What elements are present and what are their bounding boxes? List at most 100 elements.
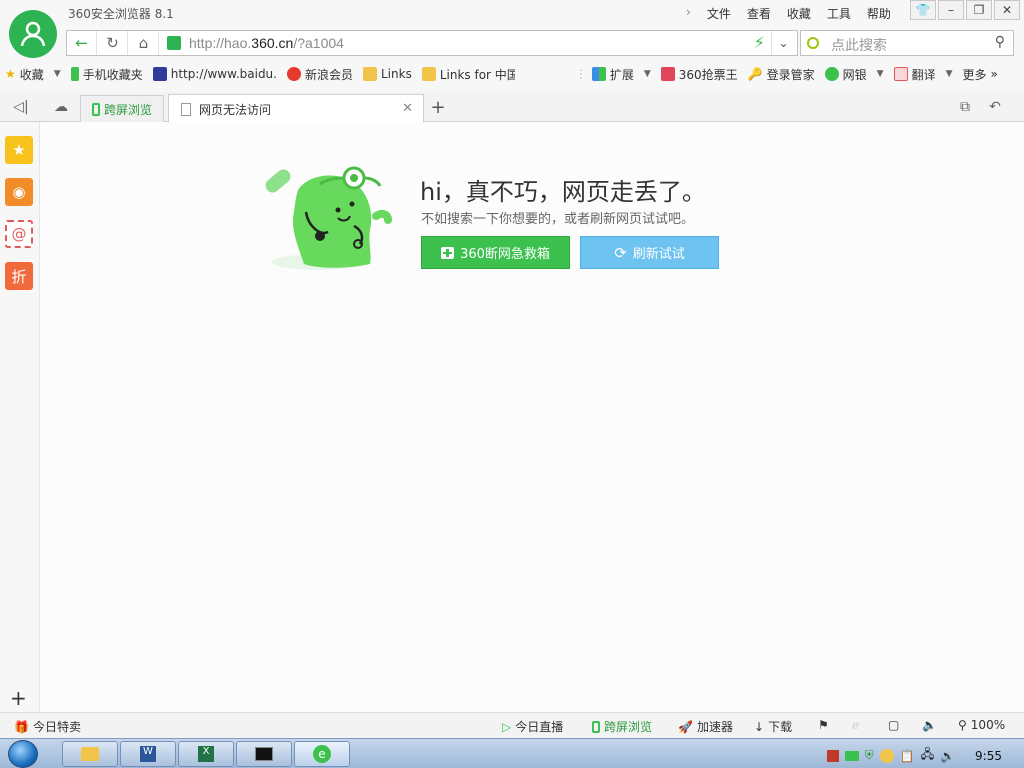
tray-app-icon[interactable] [826,749,839,762]
download-icon: ↓ [754,719,765,734]
excel-icon: X [198,746,214,762]
speed-mode-icon[interactable]: ⚡ [754,33,765,52]
folder-icon [81,747,99,761]
ie-mode-icon[interactable]: ℯ [852,718,859,732]
search-input[interactable]: 点此搜索 [831,35,887,55]
search-engine-icon[interactable] [807,37,819,49]
collapse-sidebar-icon[interactable]: ◁| [8,96,34,118]
minimize-button[interactable]: – [938,0,964,20]
start-button[interactable] [8,740,38,768]
fav-bank[interactable]: 网银 ▼ [820,66,889,83]
tray-network-icon[interactable]: 🖧 [921,745,934,766]
download-button[interactable]: ↓ 下载 [754,718,792,735]
fav-ticket[interactable]: 360抢票王 [656,66,743,83]
refresh-button[interactable]: ⟳ 刷新试试 [580,236,719,269]
windows-taskbar: W X e ⛨ 📋 🖧 🔊 9:55 [0,738,1024,768]
today-deals-link[interactable]: 🎁 今日特卖 [14,718,81,735]
fav-sina[interactable]: 新浪会员 [282,66,358,83]
chevron-down-icon: ▼ [53,69,61,79]
menu-view[interactable]: 查看 [739,3,779,24]
tab-error-page[interactable]: 网页无法访问 ✕ [168,94,424,123]
zoom-control[interactable]: ⚲ 100% [958,718,1005,732]
menu-favorites[interactable]: 收藏 [779,3,819,24]
taskbar-word[interactable]: W [120,741,176,767]
search-box: 点此搜索 ⚲ [800,30,1014,56]
window-controls: 👕 – ❐ ✕ [910,0,1020,20]
screenshot-icon[interactable]: ▢ [888,718,899,732]
ticket-icon [660,67,675,81]
taskbar-360-browser[interactable]: e [294,741,350,767]
tab-bar: ◁| ☁ 跨屏浏览 网页无法访问 ✕ + ⧉ ↶ [0,92,1024,123]
url-input[interactable]: http://hao.360.cn/?a1004 [189,35,344,51]
tab-close-icon[interactable]: ✕ [402,101,413,116]
clock[interactable]: 9:55 [975,749,1002,763]
tray-clipboard-icon[interactable]: 📋 [900,749,915,763]
folder-icon [421,67,436,81]
fav-translate[interactable]: 翻译 ▼ [889,66,958,83]
favorites-separator: ⋮ [574,67,587,81]
refresh-icon: ⟳ [614,243,627,262]
add-sidebar-item-button[interactable]: + [10,686,27,710]
network-rescue-button[interactable]: 360断网急救箱 [421,236,570,269]
left-sidebar: ★ ◉ @ 折 + [0,122,40,712]
tray-shield-icon[interactable]: ⛨ [865,748,874,763]
menu-expand-icon[interactable]: › [678,3,699,24]
security-shield-icon[interactable] [167,36,181,50]
skin-icon[interactable]: 👕 [910,0,936,20]
search-icon[interactable]: ⚲ [995,34,1005,50]
discount-icon[interactable]: 折 [5,262,33,290]
weibo-icon [286,67,301,81]
volume-icon[interactable]: 🔈 [922,718,937,732]
browser-top-bar: 360安全浏览器 8.1 › 文件 查看 收藏 工具 帮助 👕 – ❐ ✕ ← … [0,0,1024,92]
cloud-icon[interactable]: ☁ [48,96,74,118]
fav-baidu[interactable]: http://www.baidu. [148,67,282,81]
menu-bar: › 文件 查看 收藏 工具 帮助 [678,3,899,24]
fav-extensions[interactable]: 扩展 ▼ [587,66,656,83]
user-avatar-icon[interactable] [9,10,57,58]
back-button[interactable]: ← [67,31,97,55]
close-button[interactable]: ✕ [994,0,1020,20]
tab-list-icon[interactable]: ⧉ [952,96,978,118]
tray-battery-icon[interactable] [844,750,859,761]
tab-sync[interactable]: 跨屏浏览 [80,95,164,122]
gift-icon: 🎁 [14,719,29,734]
favorites-star-icon[interactable]: ★ [5,136,33,164]
status-sync-link[interactable]: 跨屏浏览 [592,718,652,735]
system-tray: ⛨ 📋 🖧 🔊 9:55 [826,745,1018,766]
flag-icon[interactable]: ⚑ [818,718,829,732]
tray-volume-icon[interactable]: 🔊 [940,749,955,763]
menu-tools[interactable]: 工具 [819,3,859,24]
window-title: 360安全浏览器 8.1 [68,7,174,21]
doctor-mascot-illustration [258,152,408,272]
fav-more[interactable]: 更多» [958,66,1003,83]
phone-icon [592,720,600,733]
fav-collect[interactable]: ★ 收藏 ▼ [0,66,66,83]
folder-icon [363,67,377,81]
status-bar: 🎁 今日特卖 ▷ 今日直播 跨屏浏览 🚀 加速器 ↓ 下载 ⚑ ℯ ▢ 🔈 ⚲ 100% [0,712,1024,738]
taskbar-explorer[interactable] [62,741,118,767]
error-title: hi，真不巧，网页走丢了。 [420,178,706,206]
maximize-button[interactable]: ❐ [966,0,992,20]
taskbar-excel[interactable]: X [178,741,234,767]
accelerator-button[interactable]: 🚀 加速器 [678,718,733,735]
fav-login[interactable]: 🔑 登录管家 [743,66,820,83]
today-live-link[interactable]: ▷ 今日直播 [502,718,563,735]
address-bar: ← ↻ ⌂ http://hao.360.cn/?a1004 ⚡ ⌄ [66,30,798,56]
home-button[interactable]: ⌂ [129,31,159,55]
tray-360-icon[interactable] [879,748,894,763]
undo-close-icon[interactable]: ↶ [982,96,1008,118]
mail-icon[interactable]: @ [5,220,33,248]
play-icon: ▷ [502,719,512,734]
new-tab-button[interactable]: + [428,96,448,118]
menu-file[interactable]: 文件 [699,3,739,24]
fav-links-china[interactable]: Links for 中国 [417,66,515,83]
reload-button[interactable]: ↻ [98,31,128,55]
chevron-down-icon: ▼ [643,69,651,79]
baidu-paw-icon [152,67,167,81]
url-dropdown-icon[interactable]: ⌄ [771,31,795,55]
menu-help[interactable]: 帮助 [859,3,899,24]
taskbar-cmd[interactable] [236,741,292,767]
fav-mobile[interactable]: 手机收藏夹 [66,66,148,83]
fav-links[interactable]: Links [358,67,417,81]
weibo-icon[interactable]: ◉ [5,178,33,206]
